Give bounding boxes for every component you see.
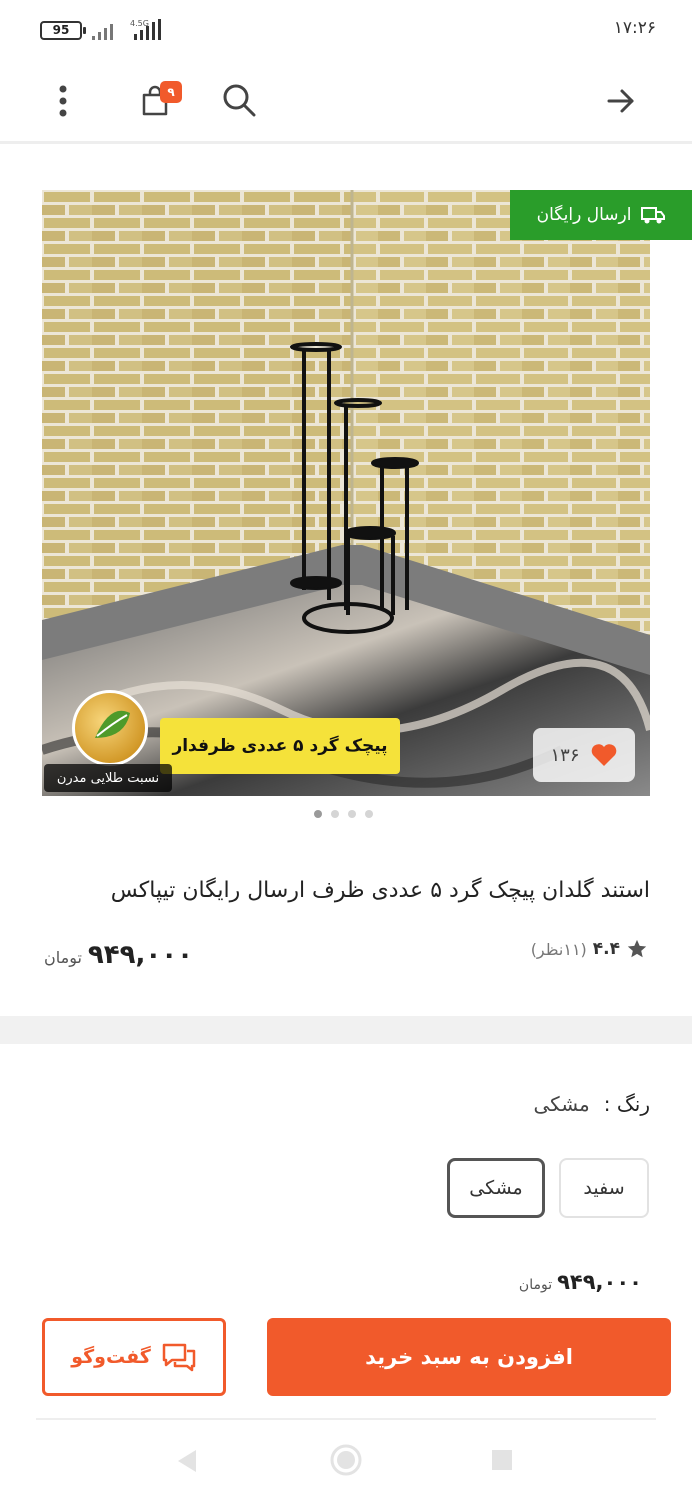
- truck-icon: [641, 207, 666, 224]
- price-currency: تومان: [44, 948, 82, 967]
- gallery-dot[interactable]: [331, 810, 339, 818]
- promo-banner: پیچک گرد ۵ عددی ظرفدار: [160, 718, 400, 774]
- more-vertical-icon: [59, 85, 67, 117]
- gallery-pagination: [314, 810, 373, 818]
- product-rating[interactable]: ۴.۴ (۱۱نظر): [531, 938, 648, 960]
- gallery-dot[interactable]: [348, 810, 356, 818]
- free-shipping-badge: ارسال رایگان: [510, 190, 692, 240]
- search-button[interactable]: [215, 76, 265, 126]
- section-divider: [0, 1016, 692, 1044]
- heart-icon: [591, 744, 616, 766]
- footer-price-currency: تومان: [518, 1277, 553, 1293]
- price-amount: ۹۴۹,۰۰۰: [87, 940, 194, 970]
- color-option-white[interactable]: سفید: [559, 1158, 649, 1218]
- add-to-cart-button[interactable]: افزودن به سبد خرید: [267, 1318, 671, 1396]
- brand-watermark: نسبت طلایی مدرن: [44, 764, 172, 792]
- selected-color-value: مشکی: [533, 1092, 590, 1116]
- rating-count: (۱۱نظر): [530, 939, 587, 959]
- battery-indicator: 95: [40, 21, 86, 40]
- product-price: ۹۴۹,۰۰۰ تومان: [44, 940, 193, 970]
- status-time: ۱۷:۲۶: [613, 18, 656, 38]
- chat-label: گفت‌وگو: [71, 1346, 151, 1368]
- footer-price: ۹۴۹,۰۰۰ تومان: [519, 1270, 642, 1294]
- product-title: استند گلدان پیچک گرد ۵ عددی ظرف ارسال را…: [110, 878, 650, 903]
- nav-recents-icon[interactable]: [492, 1450, 512, 1470]
- more-options-button[interactable]: [38, 76, 88, 126]
- search-icon: [223, 84, 256, 117]
- free-shipping-label: ارسال رایگان: [536, 205, 632, 225]
- color-label: رنگ :: [603, 1092, 650, 1116]
- system-nav-bar: [178, 1444, 512, 1476]
- star-icon: [627, 939, 647, 958]
- brand-logo-icon: [72, 690, 148, 766]
- cart-button[interactable]: ۹: [130, 76, 182, 126]
- gallery-dot[interactable]: [365, 810, 373, 818]
- top-app-bar: ۹: [0, 60, 692, 144]
- nav-back-icon[interactable]: [178, 1450, 196, 1472]
- chat-icon: [162, 1343, 196, 1372]
- status-bar: 95 4.5G ۱۷:۲۶: [0, 0, 692, 60]
- like-button[interactable]: ۱۳۶: [533, 728, 635, 782]
- chat-button[interactable]: گفت‌وگو: [42, 1318, 226, 1396]
- cart-count-badge: ۹: [160, 81, 182, 103]
- signal-icon: 4.5G: [92, 19, 161, 40]
- rating-value: ۴.۴: [592, 939, 620, 959]
- divider: [36, 1418, 656, 1420]
- color-selection-summary: رنگ : مشکی: [533, 1092, 650, 1116]
- arrow-right-icon: [607, 89, 634, 113]
- gallery-dot[interactable]: [314, 810, 322, 818]
- color-option-black[interactable]: مشکی: [447, 1158, 545, 1218]
- like-count: ۱۳۶: [550, 744, 580, 766]
- back-button[interactable]: [596, 76, 646, 126]
- footer-price-amount: ۹۴۹,۰۰۰: [557, 1270, 642, 1294]
